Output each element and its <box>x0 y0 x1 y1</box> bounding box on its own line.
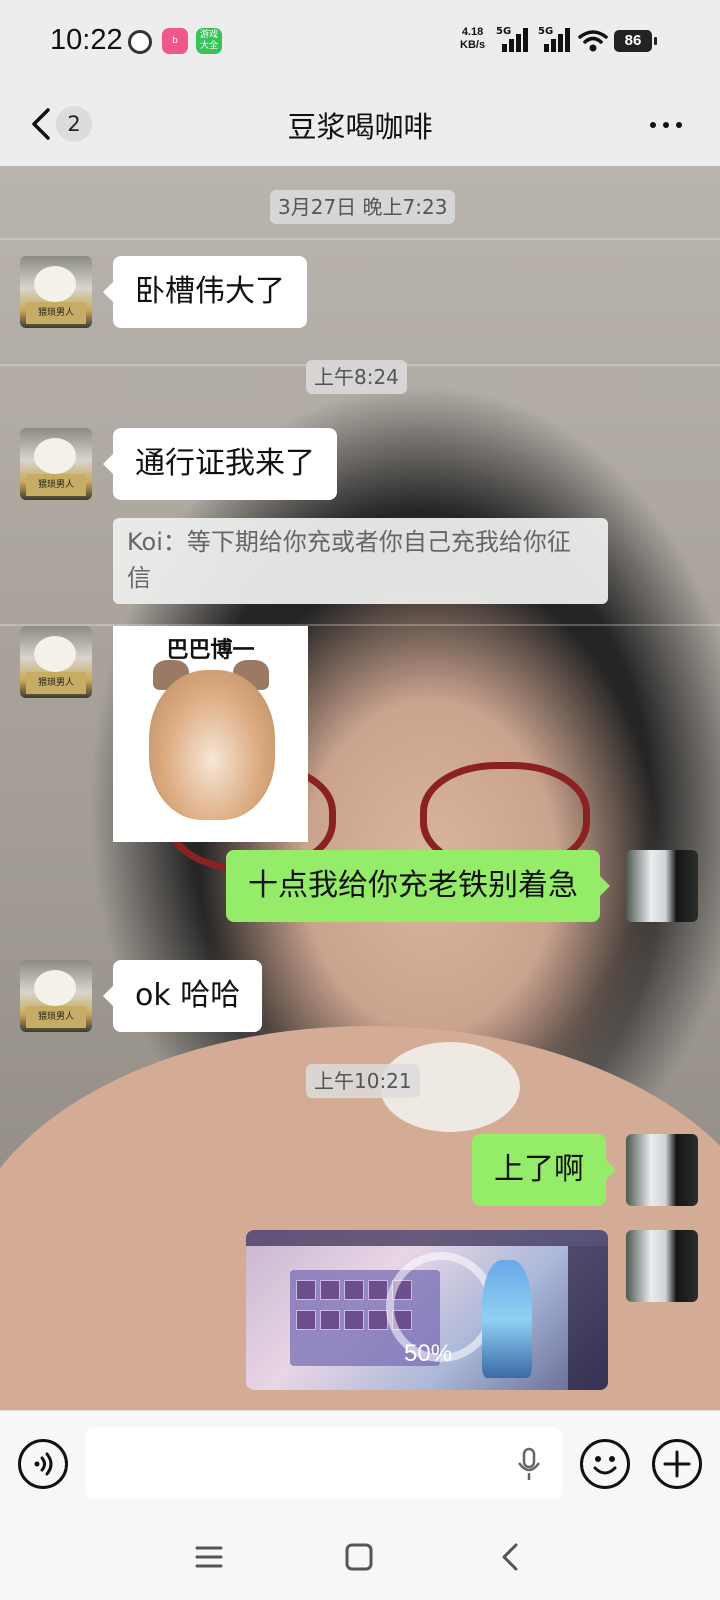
clock-icon <box>128 30 152 54</box>
message-timestamp: 上午10:21 <box>306 1064 420 1098</box>
avatar-caption: 猥琐男人 <box>26 1006 86 1028</box>
bilibili-icon: b <box>162 28 188 54</box>
upload-progress-text: 50% <box>404 1340 453 1367</box>
signal-sim1-icon: 5G <box>496 26 536 54</box>
my-avatar[interactable] <box>626 850 698 922</box>
contact-avatar[interactable]: 猥琐男人 <box>20 256 92 328</box>
incoming-message-bubble[interactable]: 卧槽伟大了 <box>103 256 307 328</box>
battery-indicator: 86 <box>614 30 657 52</box>
microphone-icon[interactable] <box>516 1447 542 1483</box>
screenshot-topbar <box>246 1230 608 1246</box>
game-center-icon: 游戏大全 <box>196 28 222 54</box>
home-icon[interactable] <box>344 1542 374 1572</box>
emoji-button[interactable] <box>580 1439 630 1489</box>
sticker-cat-image <box>149 670 275 820</box>
background-tile-line <box>0 238 720 240</box>
my-avatar[interactable] <box>626 1230 698 1302</box>
more-options-icon[interactable] <box>650 122 686 130</box>
screenshot-sidebar <box>568 1246 608 1390</box>
avatar-caption: 猥琐男人 <box>26 302 86 324</box>
sim2-label: 5G <box>538 26 554 37</box>
contact-avatar[interactable]: 猥琐男人 <box>20 626 92 698</box>
sticker-message[interactable]: 巴巴博一 <box>113 626 308 842</box>
network-speed-unit: KB/s <box>460 39 486 51</box>
sticker-caption: 巴巴博一 <box>166 638 255 663</box>
incoming-message-bubble[interactable]: ok 哈哈 <box>102 960 263 1032</box>
message-input-bar <box>0 1410 720 1518</box>
contact-avatar[interactable]: 猥琐男人 <box>20 960 92 1032</box>
image-message[interactable]: 50% <box>246 1230 608 1390</box>
menu-icon[interactable] <box>194 1542 224 1572</box>
avatar-caption: 猥琐男人 <box>26 474 86 496</box>
screenshot-character <box>482 1260 532 1378</box>
sim1-label: 5G <box>496 26 512 37</box>
chat-message-list[interactable]: 3月27日 晚上7:23 猥琐男人 卧槽伟大了 上午8:24 猥琐男人 通行证我… <box>0 166 720 1410</box>
more-actions-button[interactable] <box>652 1439 702 1489</box>
status-time: 10:22 <box>50 24 123 56</box>
outgoing-message-bubble[interactable]: 上了啊 <box>472 1134 616 1206</box>
voice-toggle-icon <box>34 1452 53 1476</box>
plus-icon <box>663 1450 691 1478</box>
signal-sim2-icon: 5G <box>538 26 578 54</box>
voice-toggle-button[interactable] <box>18 1439 68 1489</box>
message-timestamp: 3月27日 晚上7:23 <box>270 190 456 224</box>
emoji-icon <box>593 1456 617 1475</box>
system-navigation-bar <box>0 1518 720 1600</box>
network-speed-value: 4.18 <box>461 26 484 38</box>
message-timestamp: 上午8:24 <box>306 360 407 394</box>
avatar-caption: 猥琐男人 <box>26 672 86 694</box>
my-avatar[interactable] <box>626 1134 698 1206</box>
chat-title: 豆浆喝咖啡 <box>287 110 433 144</box>
quoted-message[interactable]: Koi：等下期给你充或者你自己充我给你征信 <box>113 518 608 604</box>
status-bar: 10:22 b 游戏大全 4.18 KB/s 5G 5G 86 <box>0 0 720 84</box>
contact-avatar[interactable]: 猥琐男人 <box>20 428 92 500</box>
outgoing-message-bubble[interactable]: 十点我给你充老铁别着急 <box>226 850 610 922</box>
incoming-message-bubble[interactable]: 通行证我来了 <box>103 428 337 500</box>
chat-header: 2 豆浆喝咖啡 <box>0 84 720 166</box>
network-speed: 4.18 KB/s <box>460 26 485 52</box>
message-input[interactable] <box>86 1427 562 1499</box>
back-icon[interactable] <box>496 1542 526 1572</box>
wifi-icon <box>578 30 608 52</box>
background-tile-line <box>0 624 720 626</box>
